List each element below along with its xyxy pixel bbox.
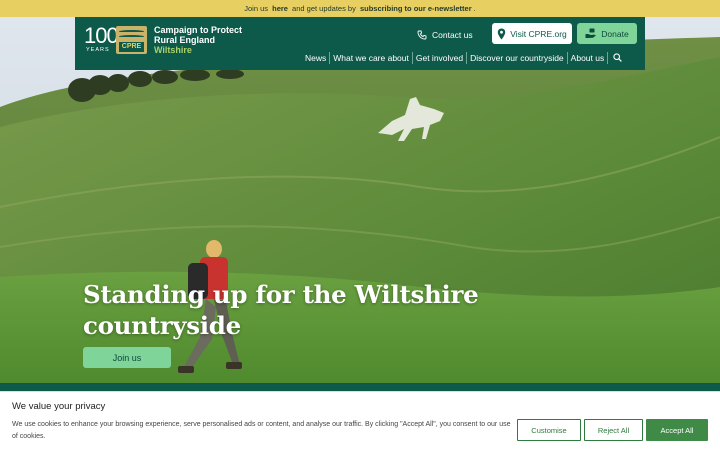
contact-us-link[interactable]: Contact us [417,28,473,42]
announcement-prefix: Join us [244,4,269,13]
cookie-banner: We value your privacy We use cookies to … [0,391,720,450]
customise-button[interactable]: Customise [517,419,581,441]
nav-item-what-we-care-about[interactable]: What we care about [331,53,411,63]
nav-item-get-involved[interactable]: Get involved [414,53,465,63]
org-name[interactable]: Campaign to Protect Rural England Wiltsh… [154,25,242,55]
nav-divider [329,52,331,64]
accept-all-button[interactable]: Accept All [646,419,708,441]
join-us-button[interactable]: Join us [83,347,171,368]
announcement-subscribe-link[interactable]: subscribing to our e-newsletter [360,4,472,13]
visit-cpre-label: Visit CPRE.org [510,28,567,39]
hero-headline-line2: countryside [83,311,241,340]
donate-button[interactable]: Donate [577,23,637,44]
map-pin-icon [498,28,506,39]
org-name-line2: Rural England [154,35,216,45]
logo-years-label: YEARS [86,47,110,53]
announcement-suffix: . [473,4,476,13]
donate-hand-icon [585,28,597,38]
announcement-middle: and get updates by [292,4,356,13]
announcement-here-link[interactable]: here [272,4,288,13]
logo-cpre-text: CPRE [119,42,144,52]
nav-divider [411,52,413,64]
org-name-county: Wiltshire [154,45,192,55]
site-header: 100 YEARS CPRE Campaign to Protect Rural… [75,17,645,70]
announcement-bar: Join us here and get updates by subscrib… [0,0,720,17]
nav-item-news[interactable]: News [303,53,328,63]
nav-item-discover-countryside[interactable]: Discover our countryside [468,53,566,63]
hero-headline-line1: Standing up for the Wiltshire [83,280,479,309]
cookie-banner-title: We value your privacy [12,401,106,412]
logo-100-number[interactable]: 100 [84,25,119,47]
hero-headline: Standing up for the Wiltshire countrysid… [83,279,503,341]
logo-wave-bottom [119,35,144,38]
donate-label: Donate [601,28,629,39]
reject-all-button[interactable]: Reject All [584,419,643,441]
nav-divider [607,52,609,64]
nav-item-about-us[interactable]: About us [569,53,607,63]
org-name-line1: Campaign to Protect [154,25,243,35]
search-button[interactable] [609,52,624,64]
contact-us-label: Contact us [432,30,473,40]
visit-cpre-button[interactable]: Visit CPRE.org [492,23,572,44]
main-nav: News What we care about Get involved Dis… [303,52,624,64]
nav-divider [566,52,568,64]
cpre-logo[interactable]: CPRE [116,26,147,54]
cookie-banner-text: We use cookies to enhance your browsing … [12,421,511,440]
nav-divider [466,52,468,64]
section-divider-strip [0,383,720,391]
search-icon [613,52,623,62]
phone-icon [417,30,427,40]
logo-wave-top [119,30,144,33]
